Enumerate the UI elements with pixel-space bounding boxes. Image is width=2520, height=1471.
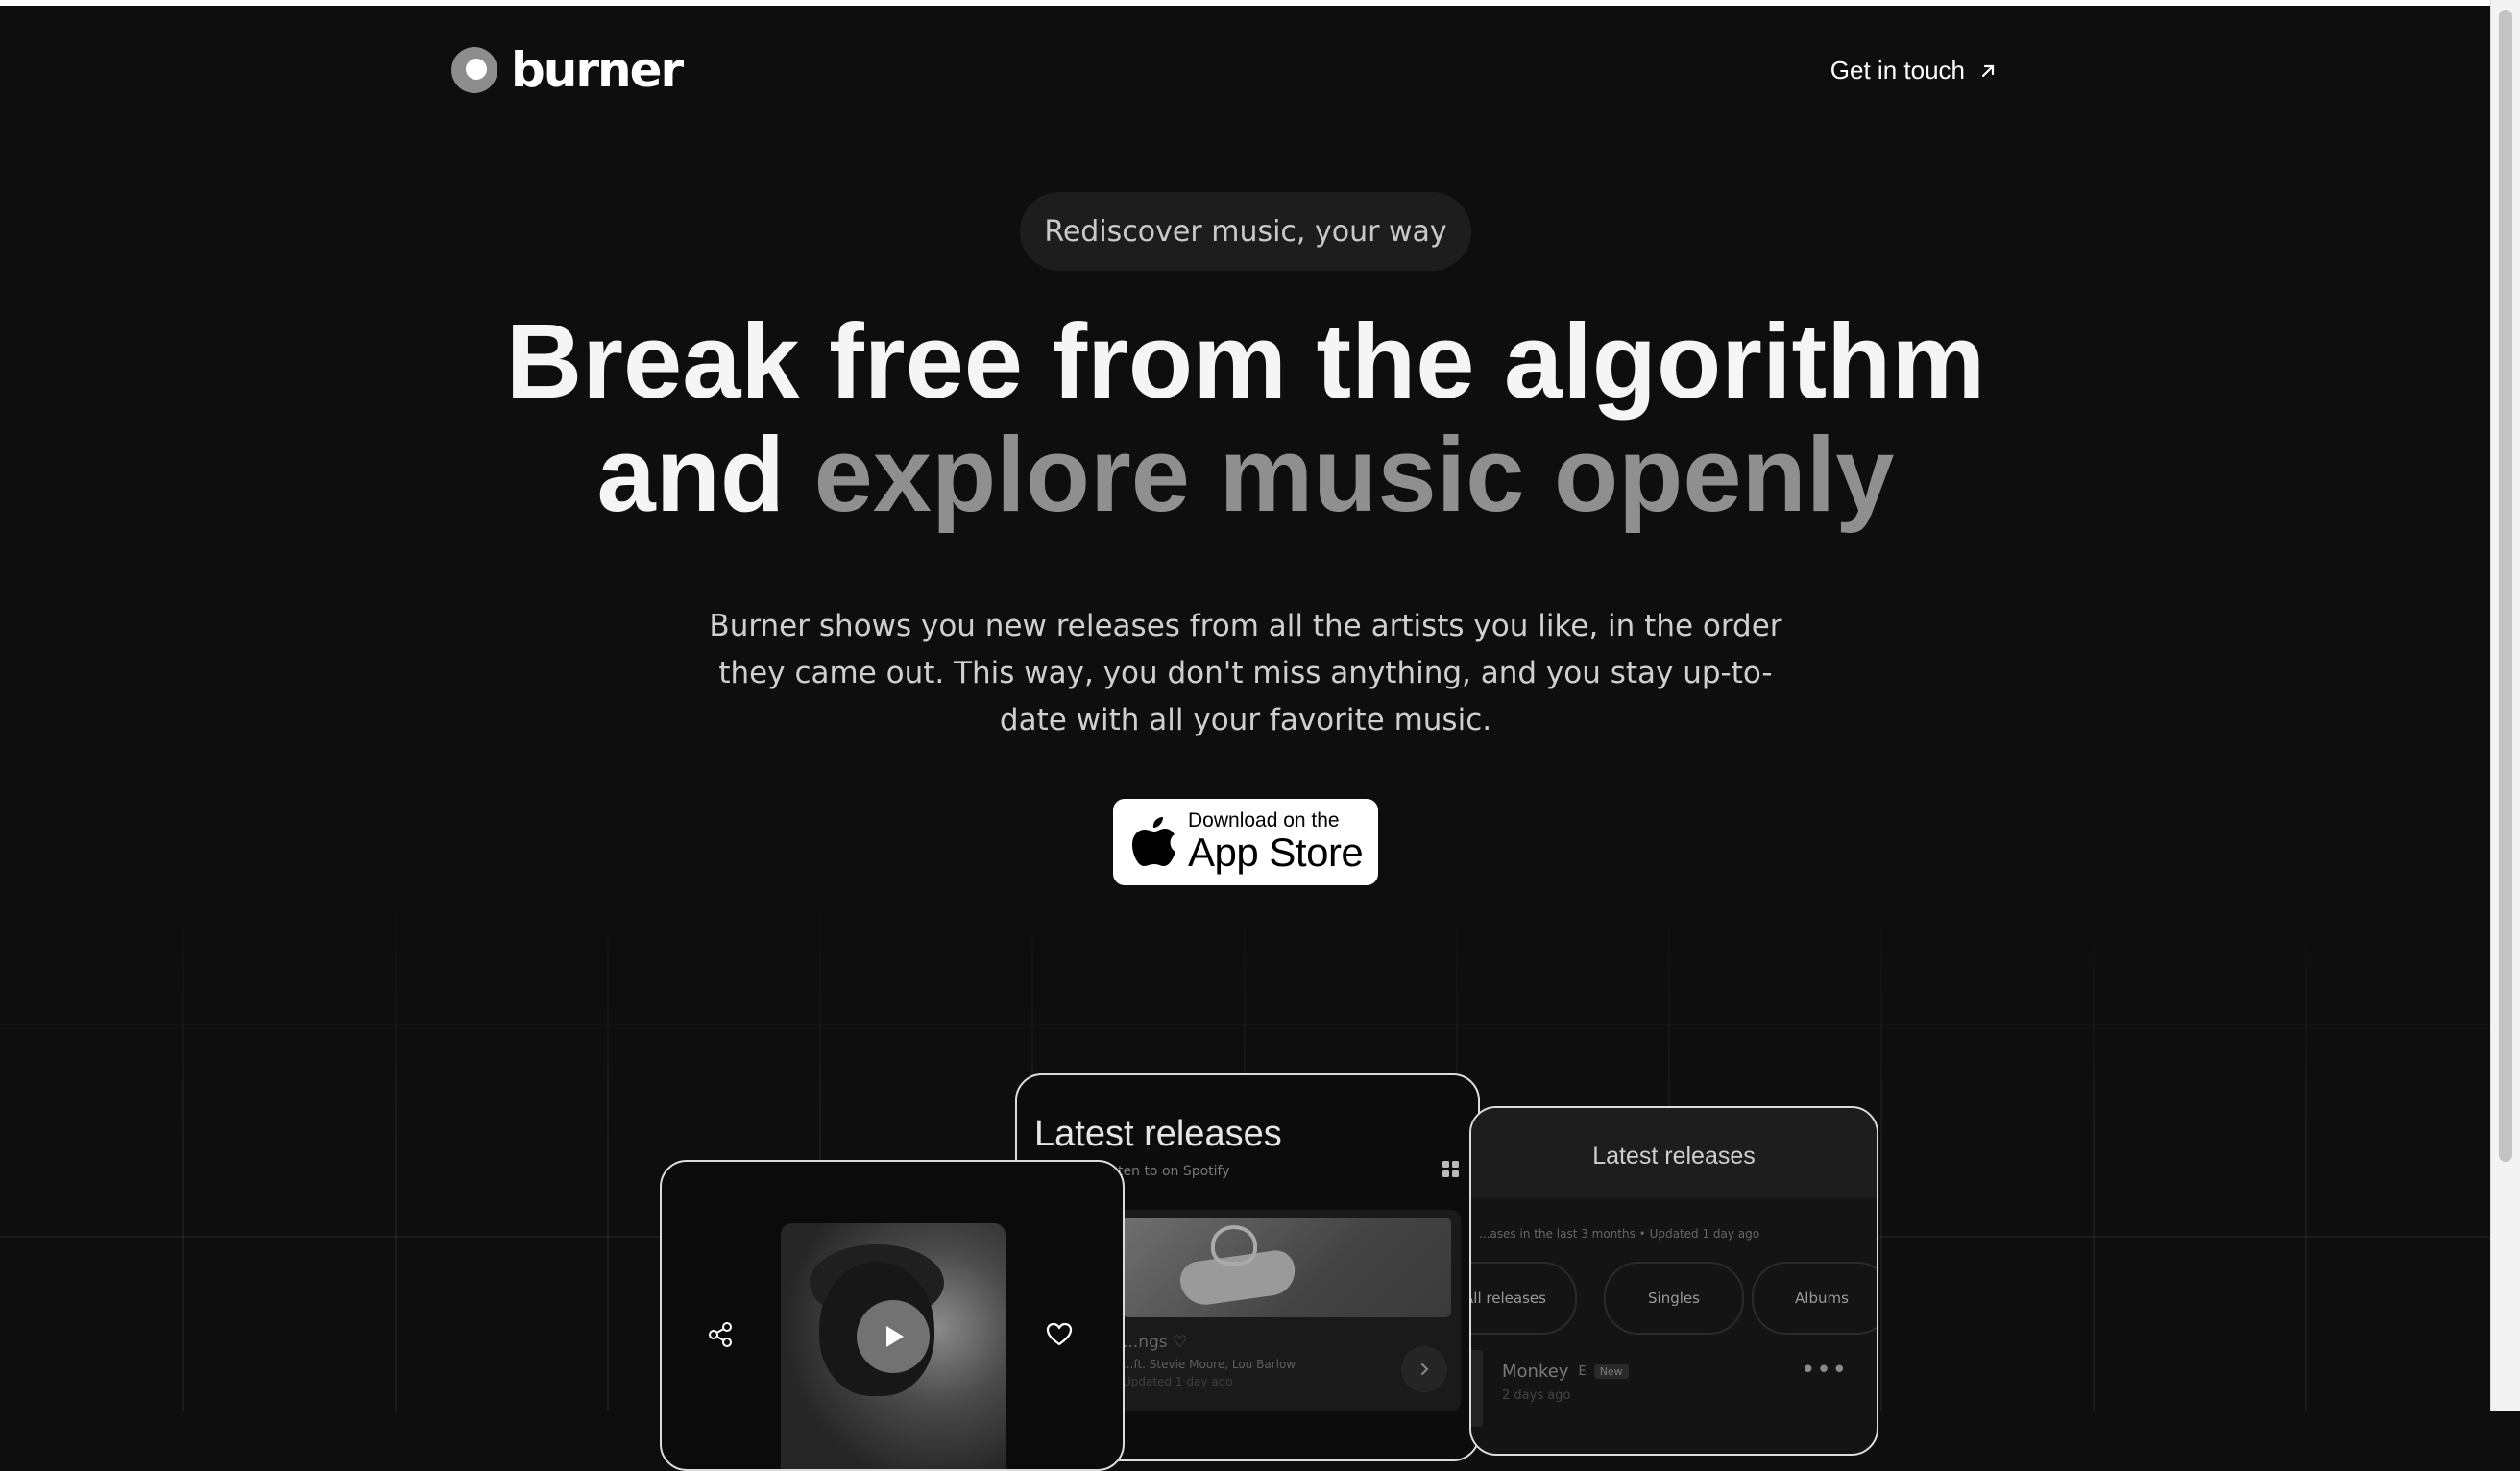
release-artwork <box>1123 1218 1451 1317</box>
release-title: ...ngs ♡ <box>1123 1333 1188 1352</box>
heart-icon[interactable] <box>1046 1321 1073 1348</box>
chevron-right-icon[interactable] <box>1401 1346 1447 1392</box>
app-store-button[interactable]: Download on the App Store <box>1113 799 1378 885</box>
brand-logo[interactable]: burner <box>451 42 684 98</box>
window-top-edge <box>0 0 2520 6</box>
phone-screen-player <box>660 1160 1125 1471</box>
filter-chip-singles[interactable]: Singles <box>1604 1262 1744 1335</box>
app-store-small-label: Download on the <box>1188 809 1340 832</box>
phone-screen-releases-list: Latest releases ...ases in the last 3 mo… <box>1469 1106 1878 1456</box>
release-row-date: 2 days ago <box>1502 1388 1571 1403</box>
share-icon[interactable] <box>708 1321 735 1348</box>
headline-line-1: Break free from the algorithm <box>505 302 1986 421</box>
arrow-up-right-icon <box>1981 64 1995 77</box>
headline-line-2-muted: explore music openly <box>813 416 1895 534</box>
grid-icon[interactable] <box>1442 1160 1461 1179</box>
brand-name: burner <box>511 42 684 98</box>
play-icon <box>886 1326 904 1347</box>
apple-icon <box>1132 817 1175 866</box>
get-in-touch-link[interactable]: Get in touch <box>1830 56 1998 85</box>
filter-chip-albums[interactable]: Albums <box>1752 1262 1877 1335</box>
play-button[interactable] <box>857 1300 930 1373</box>
headline-line-2-lead: and <box>596 416 786 534</box>
release-card[interactable]: ...ngs ♡ ...ft. Stevie Moore, Lou Barlow… <box>1113 1210 1461 1411</box>
page-scrollbar[interactable] <box>2490 0 2520 1411</box>
get-in-touch-label: Get in touch <box>1829 56 1965 84</box>
hero-headline: Break free from the algorithm and explor… <box>0 305 2491 532</box>
logo-mark-icon <box>451 47 497 93</box>
release-artists: ...ft. Stevie Moore, Lou Barlow <box>1123 1358 1296 1371</box>
filter-chip-all-releases[interactable]: All releases <box>1471 1262 1577 1335</box>
screen-title: Latest releases <box>1592 1143 1756 1170</box>
more-icon[interactable]: ••• <box>1801 1356 1848 1385</box>
explicit-badge: E <box>1578 1364 1587 1379</box>
new-badge: New <box>1593 1364 1629 1379</box>
app-store-big-label: App Store <box>1188 830 1364 875</box>
tagline-pill: Rediscover music, your way <box>1020 192 1471 271</box>
release-updated: Updated 1 day ago <box>1123 1375 1233 1388</box>
headline-line-2: and explore music openly <box>0 419 2491 532</box>
release-thumbnail <box>1471 1350 1483 1427</box>
release-row[interactable]: Monkey E New <box>1502 1362 1629 1382</box>
release-row-title: Monkey <box>1502 1362 1569 1382</box>
hero-description: Burner shows you new releases from all t… <box>709 609 1782 737</box>
screen-title: Latest releases <box>1034 1114 1282 1154</box>
screen-meta: ...ases in the last 3 months • Updated 1… <box>1479 1227 1760 1241</box>
scrollbar-thumb[interactable] <box>2499 10 2512 1162</box>
